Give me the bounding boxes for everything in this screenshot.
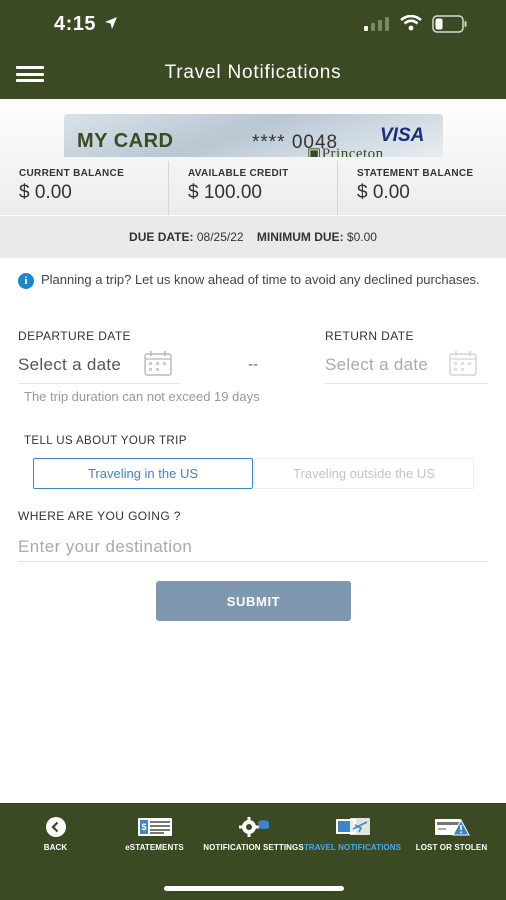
location-arrow-icon <box>104 16 118 35</box>
card-name: MY CARD <box>77 130 174 152</box>
tab-label: BACK <box>43 843 68 852</box>
tab-travel-notifications[interactable]: TRAVEL NOTIFICATIONS <box>302 816 403 852</box>
info-icon: i <box>18 273 34 289</box>
return-date-placeholder: Select a date <box>325 355 429 374</box>
destination-label: WHERE ARE YOU GOING ? <box>18 509 181 523</box>
available-credit: AVAILABLE CREDIT $ 100.00 <box>169 161 338 215</box>
current-balance: CURRENT BALANCE $ 0.00 <box>0 161 169 215</box>
balance-label: AVAILABLE CREDIT <box>188 168 289 179</box>
tab-label: eSTATEMENTS <box>125 843 184 852</box>
visa-logo: VISA <box>380 125 425 146</box>
balance-value: $ 0.00 <box>357 182 410 203</box>
notification-settings-icon <box>203 816 304 838</box>
travel-icon <box>302 816 403 838</box>
statements-icon: $ <box>104 816 205 838</box>
due-date-value: 08/25/22 <box>196 230 244 244</box>
svg-text:$: $ <box>141 822 146 832</box>
card-image: MY CARD **** 0048 VISA ▣Princeton <box>64 114 443 157</box>
back-icon <box>5 816 106 838</box>
home-indicator <box>164 886 344 891</box>
calendar-icon[interactable] <box>449 350 477 381</box>
return-date-label: RETURN DATE <box>325 329 414 343</box>
tab-lost-or-stolen[interactable]: LOST OR STOLEN <box>401 816 502 852</box>
tab-estatements[interactable]: $ eSTATEMENTS <box>104 816 205 852</box>
due-date-label: DUE DATE: <box>129 230 194 244</box>
bank-logo: ▣Princeton <box>307 144 384 157</box>
app-header: 4:15 Travel Notifications <box>0 0 506 99</box>
traveling-in-us-option[interactable]: Traveling in the US <box>33 458 253 489</box>
balance-value: $ 100.00 <box>188 182 262 203</box>
departure-date-field[interactable]: Select a date <box>18 350 180 384</box>
card-summary: MY CARD **** 0048 VISA ▣Princeton CURREN… <box>0 99 506 215</box>
date-separator: -- <box>248 356 258 373</box>
tab-label: TRAVEL NOTIFICATIONS <box>303 843 402 852</box>
info-text: Planning a trip? Let us know ahead of ti… <box>41 272 480 287</box>
balance-label: CURRENT BALANCE <box>19 168 125 179</box>
lost-stolen-icon <box>401 816 502 838</box>
minimum-due-label: MINIMUM DUE: <box>256 230 344 244</box>
tab-notification-settings[interactable]: NOTIFICATION SETTINGS <box>203 816 304 852</box>
balance-value: $ 0.00 <box>19 182 72 203</box>
duration-hint: The trip duration can not exceed 19 days <box>24 389 260 404</box>
cellular-signal-icon <box>364 17 390 36</box>
page-title: Travel Notifications <box>164 62 342 83</box>
trip-type-label: TELL US ABOUT YOUR TRIP <box>24 435 187 447</box>
due-info-bar: DUE DATE: 08/25/22 MINIMUM DUE: $0.00 <box>0 216 506 258</box>
minimum-due-value: $0.00 <box>346 230 377 244</box>
departure-date-placeholder: Select a date <box>18 355 122 374</box>
tab-back[interactable]: BACK <box>5 816 106 852</box>
calendar-icon[interactable] <box>144 350 172 381</box>
status-bar: 4:15 <box>0 0 506 50</box>
departure-date-label: DEPARTURE DATE <box>18 329 131 343</box>
submit-button[interactable]: SUBMIT <box>156 581 351 621</box>
tab-label: LOST OR STOLEN <box>415 843 488 852</box>
wifi-icon <box>400 14 422 36</box>
balance-label: STATEMENT BALANCE <box>357 168 474 179</box>
balances-row: CURRENT BALANCE $ 0.00 AVAILABLE CREDIT … <box>0 161 506 215</box>
destination-input[interactable] <box>18 528 488 562</box>
statement-balance: STATEMENT BALANCE $ 0.00 <box>338 161 506 215</box>
return-date-field[interactable]: Select a date <box>325 350 488 384</box>
info-message: i Planning a trip? Let us know ahead of … <box>18 272 488 289</box>
status-time: 4:15 <box>54 13 97 35</box>
battery-icon <box>432 15 468 38</box>
traveling-outside-us-option[interactable]: Traveling outside the US <box>254 458 474 489</box>
tab-label: NOTIFICATION SETTINGS <box>203 843 304 852</box>
bank-name: Princeton <box>321 146 384 157</box>
